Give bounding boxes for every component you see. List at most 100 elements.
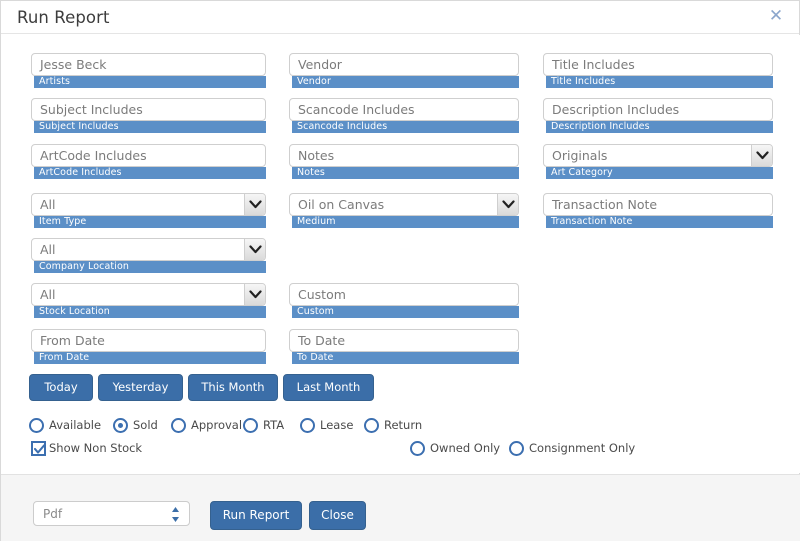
- value-to-date: To Date: [298, 333, 346, 348]
- quick-date-this-month-button[interactable]: This Month: [188, 374, 278, 401]
- value-notes: Notes: [298, 148, 335, 163]
- input-notes[interactable]: Notes: [289, 144, 519, 167]
- radio-mark-approval[interactable]: [171, 418, 186, 433]
- checkbox-mark-show-non-stock[interactable]: [31, 441, 46, 456]
- select-art-category[interactable]: Originals: [543, 144, 773, 167]
- quick-date-last-month-button[interactable]: Last Month: [283, 374, 374, 401]
- radio-mark-sold[interactable]: [113, 418, 128, 433]
- label-stock-location: Stock Location: [34, 306, 266, 318]
- value-vendor: Vendor: [298, 57, 342, 72]
- label-notes: Notes: [292, 167, 519, 179]
- run-report-button[interactable]: Run Report: [210, 501, 302, 530]
- select-company-location[interactable]: All: [31, 238, 266, 261]
- input-artcode-includes[interactable]: ArtCode Includes: [31, 144, 266, 167]
- radio-label-approval: Approval: [191, 418, 243, 432]
- field-artists: Jesse Beck Artists: [31, 53, 266, 88]
- chevron-down-icon[interactable]: [244, 284, 265, 305]
- value-transaction-note: Transaction Note: [552, 197, 658, 212]
- run-report-dialog: Run Report ✕ Jesse Beck Artists Vendor Vend…: [0, 0, 800, 541]
- label-vendor: Vendor: [292, 76, 519, 88]
- input-artists[interactable]: Jesse Beck: [31, 53, 266, 76]
- label-to-date: To Date: [292, 352, 519, 364]
- radio-mark-lease[interactable]: [300, 418, 315, 433]
- quick-date-today-button[interactable]: Today: [29, 374, 93, 401]
- dialog-header: Run Report ✕: [1, 1, 799, 34]
- label-artists: Artists: [34, 76, 266, 88]
- field-item-type: All Item Type: [31, 193, 266, 228]
- input-title-includes[interactable]: Title Includes: [543, 53, 773, 76]
- radio-mark-owned-only[interactable]: [410, 441, 425, 456]
- field-description-includes: Description Includes Description Includes: [543, 98, 773, 133]
- label-subject-includes: Subject Includes: [34, 121, 266, 133]
- output-format-select[interactable]: Pdf: [33, 501, 190, 526]
- input-vendor[interactable]: Vendor: [289, 53, 519, 76]
- label-description-includes: Description Includes: [546, 121, 773, 133]
- radio-label-lease: Lease: [320, 418, 354, 432]
- field-artcode-includes: ArtCode Includes ArtCode Includes: [31, 144, 266, 179]
- label-transaction-note: Transaction Note: [546, 216, 773, 228]
- field-subject-includes: Subject Includes Subject Includes: [31, 98, 266, 133]
- label-art-category: Art Category: [546, 167, 773, 179]
- value-stock-location: All: [40, 287, 56, 302]
- radio-mark-consignment-only[interactable]: [509, 441, 524, 456]
- radio-label-rta: RTA: [263, 418, 285, 432]
- radio-label-available: Available: [49, 418, 102, 432]
- select-stock-location[interactable]: All: [31, 283, 266, 306]
- label-artcode-includes: ArtCode Includes: [34, 167, 266, 179]
- value-subject-includes: Subject Includes: [40, 102, 143, 117]
- label-title-includes: Title Includes: [546, 76, 773, 88]
- input-to-date[interactable]: To Date: [289, 329, 519, 352]
- radio-label-return: Return: [384, 418, 423, 432]
- field-stock-location: All Stock Location: [31, 283, 266, 318]
- value-medium: Oil on Canvas: [298, 197, 385, 212]
- field-art-category: Originals Art Category: [543, 144, 773, 179]
- input-transaction-note[interactable]: Transaction Note: [543, 193, 773, 216]
- field-medium: Oil on Canvas Medium: [289, 193, 519, 228]
- close-button[interactable]: Close: [309, 501, 366, 530]
- value-company-location: All: [40, 242, 56, 257]
- label-company-location: Company Location: [34, 261, 266, 273]
- field-vendor: Vendor Vendor: [289, 53, 519, 88]
- page-title: Run Report: [17, 8, 110, 27]
- radio-mark-rta[interactable]: [243, 418, 258, 433]
- value-art-category: Originals: [552, 148, 608, 163]
- radio-label-sold: Sold: [133, 418, 158, 432]
- chevron-down-icon[interactable]: [244, 239, 265, 260]
- radio-mark-available[interactable]: [29, 418, 44, 433]
- field-from-date: From Date From Date: [31, 329, 266, 364]
- select-medium[interactable]: Oil on Canvas: [289, 193, 519, 216]
- input-scancode-includes[interactable]: Scancode Includes: [289, 98, 519, 121]
- output-format-value: Pdf: [43, 507, 63, 521]
- label-custom: Custom: [292, 306, 519, 318]
- value-from-date: From Date: [40, 333, 105, 348]
- input-from-date[interactable]: From Date: [31, 329, 266, 352]
- value-item-type: All: [40, 197, 56, 212]
- field-notes: Notes Notes: [289, 144, 519, 179]
- chevron-down-icon[interactable]: [244, 194, 265, 215]
- input-subject-includes[interactable]: Subject Includes: [31, 98, 266, 121]
- stepper-updown-icon[interactable]: [171, 506, 180, 523]
- value-artists: Jesse Beck: [40, 57, 107, 72]
- check-icon: [34, 444, 45, 454]
- field-title-includes: Title Includes Title Includes: [543, 53, 773, 88]
- input-description-includes[interactable]: Description Includes: [543, 98, 773, 121]
- chevron-down-icon[interactable]: [751, 145, 772, 166]
- value-title-includes: Title Includes: [552, 57, 635, 72]
- dialog-body: Jesse Beck Artists Vendor Vendor Title Inclu…: [1, 35, 800, 473]
- input-custom[interactable]: Custom: [289, 283, 519, 306]
- select-item-type[interactable]: All: [31, 193, 266, 216]
- radio-mark-return[interactable]: [364, 418, 379, 433]
- chevron-down-icon[interactable]: [497, 194, 518, 215]
- value-description-includes: Description Includes: [552, 102, 680, 117]
- close-icon[interactable]: ✕: [765, 5, 787, 27]
- field-scancode-includes: Scancode Includes Scancode Includes: [289, 98, 519, 133]
- field-to-date: To Date To Date: [289, 329, 519, 364]
- label-medium: Medium: [292, 216, 519, 228]
- field-custom: Custom Custom: [289, 283, 519, 318]
- label-item-type: Item Type: [34, 216, 266, 228]
- value-scancode-includes: Scancode Includes: [298, 102, 415, 117]
- field-transaction-note: Transaction Note Transaction Note: [543, 193, 773, 228]
- value-artcode-includes: ArtCode Includes: [40, 148, 147, 163]
- quick-date-yesterday-button[interactable]: Yesterday: [98, 374, 183, 401]
- checkbox-label-show-non-stock: Show Non Stock: [49, 441, 143, 455]
